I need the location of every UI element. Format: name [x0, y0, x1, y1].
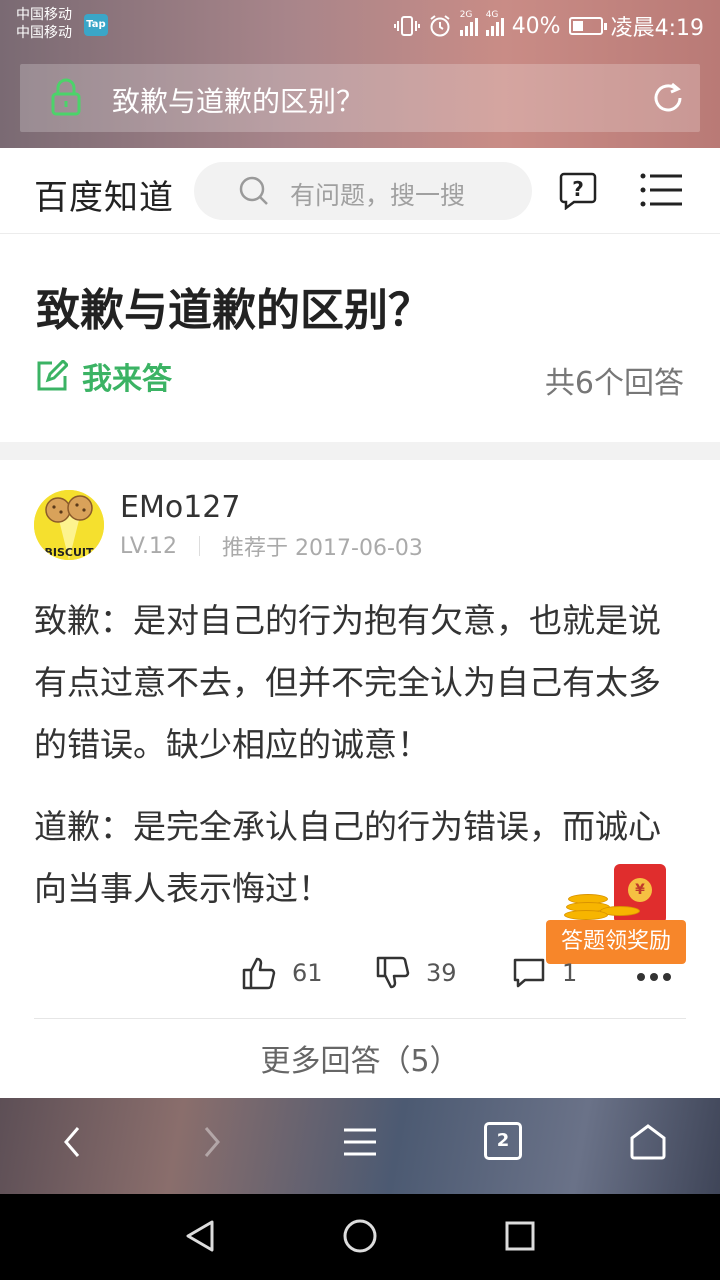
battery-percent: 40%	[511, 13, 561, 39]
site-header: 百度知道 有问题，搜一搜 ?	[0, 148, 720, 234]
signal-2g: 2G	[459, 10, 478, 36]
url-title: 致歉与道歉的区别？	[112, 85, 365, 118]
question-title: 致歉与道歉的区别？	[36, 285, 432, 336]
like-count: 61	[292, 959, 323, 987]
reward-floating-button[interactable]: ¥ 答题领奖励	[546, 864, 686, 968]
vibrate-icon	[393, 16, 420, 36]
system-back-icon[interactable]	[184, 1218, 216, 1254]
svg-text:?: ?	[572, 177, 584, 201]
more-answers-link[interactable]: 更多回答（5）	[0, 1036, 720, 1080]
search-placeholder: 有问题，搜一搜	[290, 181, 466, 210]
dislike-button[interactable]: 39	[376, 956, 457, 990]
tabs-icon[interactable]: 2	[484, 1122, 522, 1160]
user-level: LV.12	[120, 533, 178, 559]
answer-button[interactable]: 我来答	[36, 354, 172, 398]
status-indicators: 2G 4G 40% 凌晨4:19	[393, 10, 704, 42]
system-nav-bar	[0, 1194, 720, 1280]
answer-card: BISCUIT EMo127 LV.12 推荐于 2017-06-03 致歉：是…	[0, 460, 720, 1100]
tab-count: 2	[496, 1130, 510, 1151]
avatar[interactable]: BISCUIT	[34, 490, 104, 560]
clock: 凌晨4:19	[610, 16, 704, 41]
url-bar[interactable]: 致歉与道歉的区别？	[20, 64, 700, 132]
browser-toolbar: 2	[0, 1098, 720, 1194]
menu-icon[interactable]	[342, 1122, 378, 1162]
user-name[interactable]: EMo127	[120, 490, 240, 525]
thumbs-down-icon	[376, 956, 410, 989]
carrier-info: 中国移动 中国移动	[16, 6, 72, 42]
section-divider	[0, 442, 720, 460]
carrier-2: 中国移动	[16, 25, 72, 41]
lock-icon	[51, 78, 81, 116]
thumbs-up-icon	[242, 957, 276, 990]
tap-app-badge: Tap	[84, 14, 108, 36]
more-options-icon[interactable]	[636, 972, 672, 982]
network-label-2: 4G	[485, 10, 499, 20]
recommend-date: 推荐于 2017-06-03	[222, 536, 423, 561]
battery-icon	[568, 17, 607, 35]
user-meta: LV.12 推荐于 2017-06-03	[120, 530, 423, 562]
carrier-1: 中国移动	[16, 7, 72, 23]
site-logo[interactable]: 百度知道	[34, 170, 174, 219]
like-button[interactable]: 61	[242, 956, 323, 990]
forward-icon[interactable]	[200, 1122, 224, 1162]
search-icon	[239, 176, 268, 205]
question-block: 致歉与道歉的区别？ 我来答 共6个回答	[0, 234, 720, 442]
dislike-count: 39	[426, 959, 457, 987]
signal-4g: 4G	[485, 10, 504, 36]
comment-button[interactable]: 1	[512, 956, 577, 990]
menu-icon[interactable]	[640, 172, 684, 208]
coins-icon	[564, 894, 640, 922]
comment-count: 1	[562, 959, 578, 987]
system-home-icon[interactable]	[342, 1218, 378, 1254]
answer-divider	[34, 1018, 686, 1019]
search-input[interactable]: 有问题，搜一搜	[194, 162, 532, 220]
edit-icon	[37, 360, 68, 391]
status-bar: 中国移动 中国移动 Tap 2G 4G 40% 凌晨4:19	[0, 0, 720, 50]
meta-separator	[199, 536, 201, 556]
network-label-1: 2G	[459, 10, 473, 20]
avatar-text: BISCUIT	[44, 546, 93, 559]
back-icon[interactable]	[60, 1122, 84, 1162]
answer-paragraph: 致歉：是对自己的行为抱有欠意，也就是说有点过意不去，但并不完全认为自己有太多的错…	[34, 601, 661, 764]
answer-button-label: 我来答	[82, 362, 172, 397]
refresh-icon[interactable]	[650, 80, 686, 116]
alarm-icon	[430, 15, 450, 37]
answer-count: 共6个回答	[544, 366, 684, 401]
system-recent-icon[interactable]	[504, 1218, 536, 1254]
home-icon[interactable]	[628, 1122, 668, 1162]
comment-icon	[513, 958, 545, 988]
answer-actions: 61 39 1	[0, 956, 720, 996]
ask-question-icon[interactable]: ?	[558, 170, 598, 210]
